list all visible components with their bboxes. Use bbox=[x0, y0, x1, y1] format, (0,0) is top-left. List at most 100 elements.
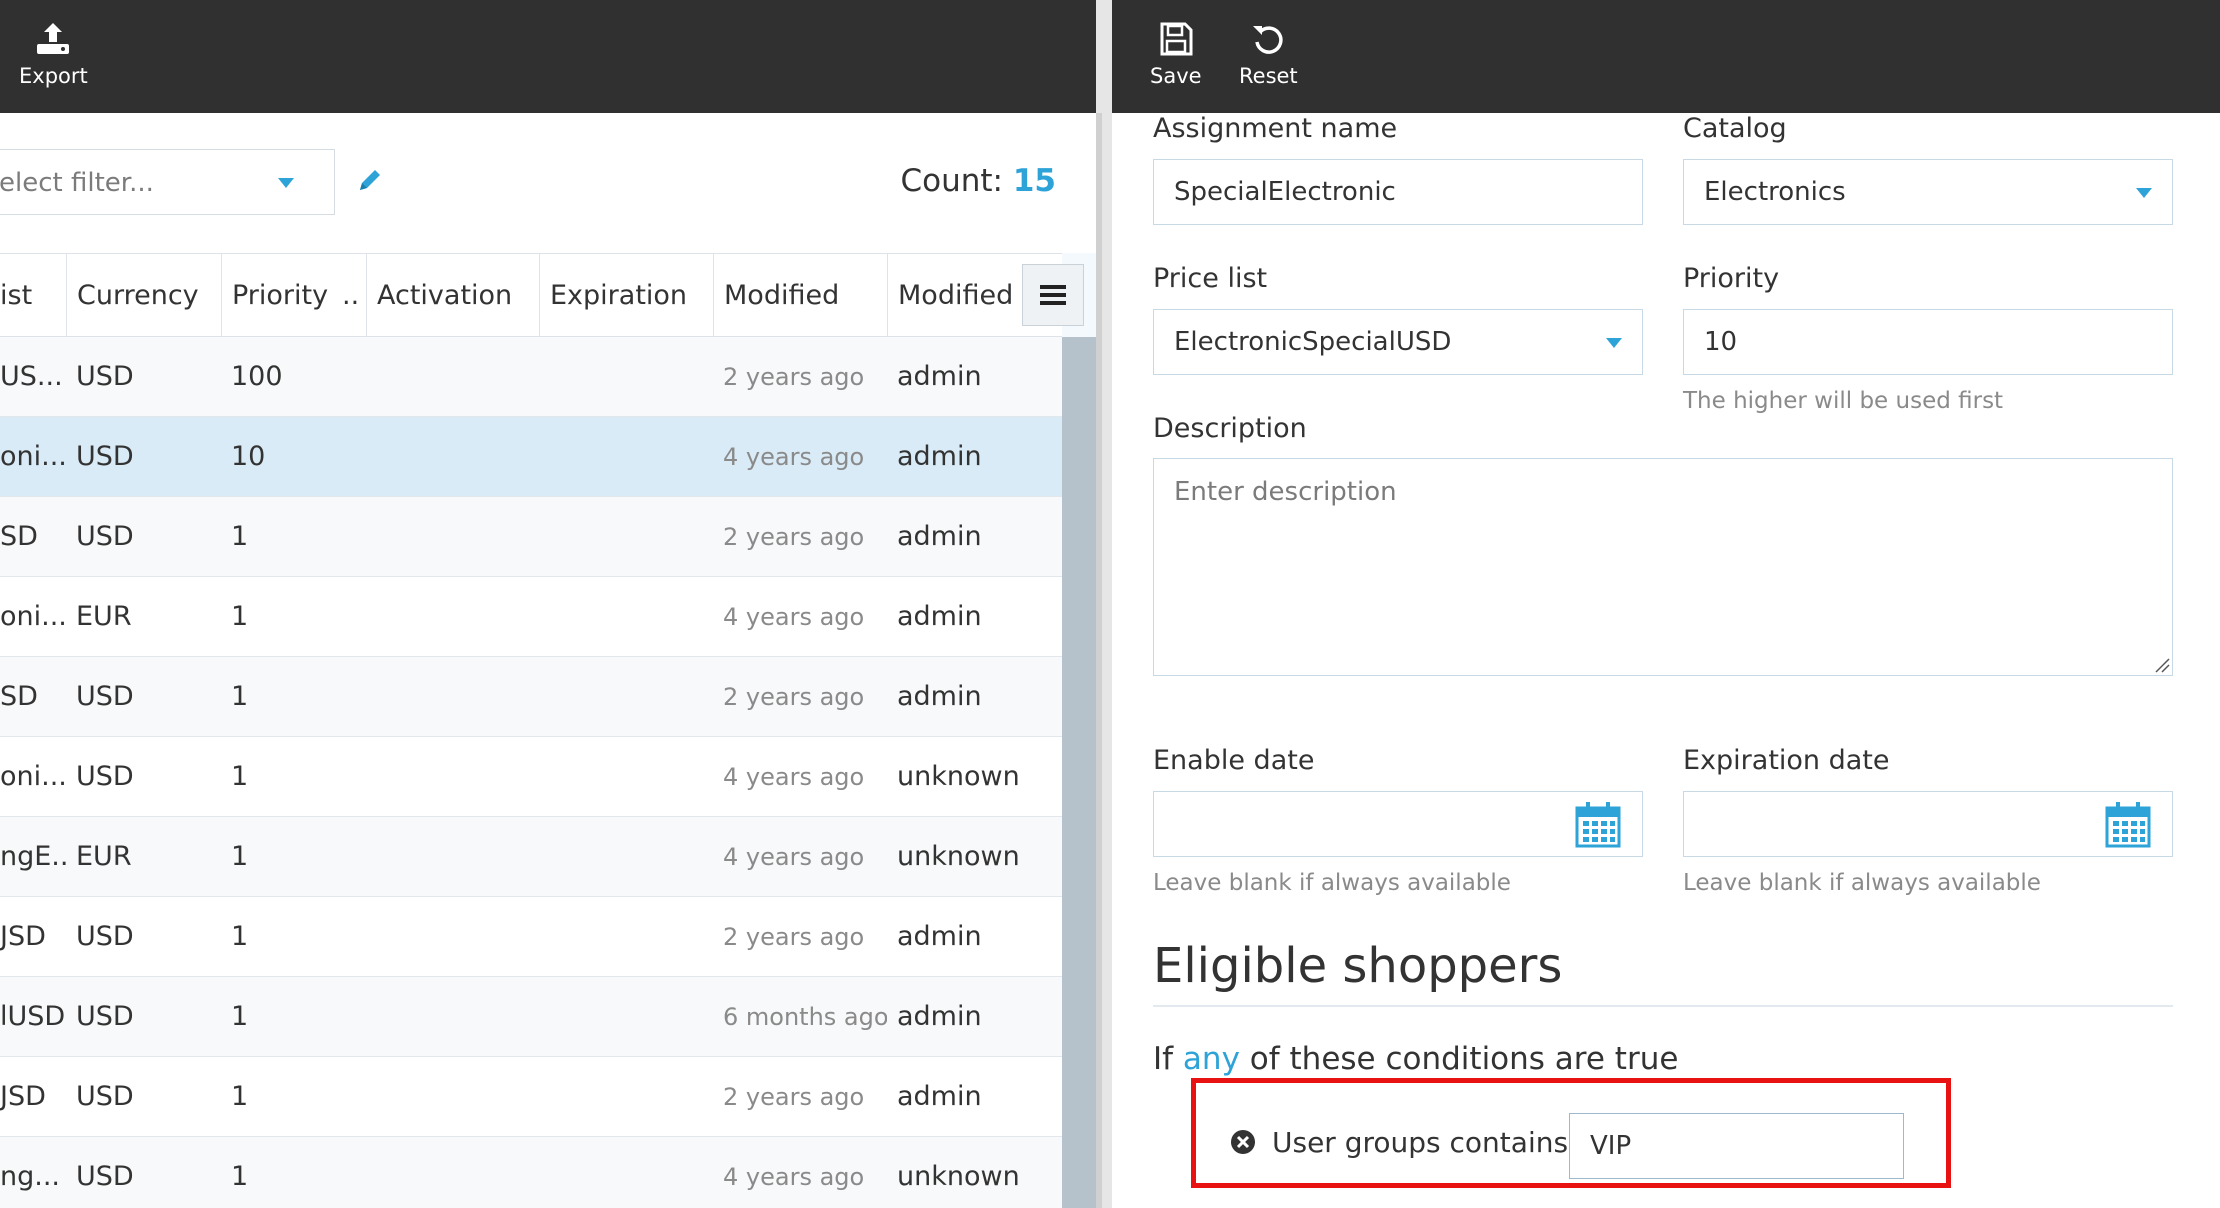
pencil-icon[interactable] bbox=[355, 165, 385, 195]
col-header-price-list[interactable]: ist bbox=[0, 254, 66, 338]
cell-priority: 100 bbox=[231, 361, 283, 392]
grid-body: US... USD 100 2 years ago admin oni... USD 10 4 … bbox=[0, 337, 1062, 1208]
expiration-date-input[interactable] bbox=[1683, 791, 2173, 857]
cell-modified-by: admin bbox=[897, 921, 982, 952]
price-list-value: ElectronicSpecialUSD bbox=[1174, 327, 1452, 357]
assignment-name-value: SpecialElectronic bbox=[1174, 177, 1396, 207]
enable-date-label: Enable date bbox=[1153, 745, 1315, 776]
chevron-down-icon bbox=[2136, 188, 2152, 198]
calendar-icon[interactable] bbox=[2105, 800, 2151, 848]
count-value: 15 bbox=[1012, 163, 1056, 199]
cond-suffix: of these conditions are true bbox=[1249, 1041, 1679, 1077]
table-row[interactable]: oni... USD 1 4 years ago unknown bbox=[0, 737, 1062, 817]
table-row[interactable]: US... USD 100 2 years ago admin bbox=[0, 337, 1062, 417]
catalog-label: Catalog bbox=[1683, 113, 1787, 144]
description-label: Description bbox=[1153, 413, 1307, 444]
col-header-priority-ellipsis: .. bbox=[342, 280, 360, 311]
table-row[interactable]: JSD USD 1 2 years ago admin bbox=[0, 897, 1062, 977]
condition-summary: If any of these conditions are true bbox=[1153, 1041, 1678, 1077]
hamburger-icon bbox=[1040, 285, 1066, 305]
cell-list: oni... bbox=[0, 761, 66, 792]
cell-modified-by: unknown bbox=[897, 1161, 1020, 1192]
grid-scrollbar[interactable] bbox=[1062, 337, 1096, 1208]
description-textarea[interactable]: Enter description bbox=[1153, 458, 2173, 676]
table-row[interactable]: ng... USD 1 4 years ago unknown bbox=[0, 1137, 1062, 1208]
left-toolbar: Export bbox=[0, 0, 1096, 113]
user-group-input[interactable]: VIP bbox=[1569, 1113, 1904, 1179]
cell-modified-by: admin bbox=[897, 601, 982, 632]
cell-modified-by: admin bbox=[897, 681, 982, 712]
price-list-label: Price list bbox=[1153, 263, 1268, 294]
cell-currency: USD bbox=[76, 761, 134, 792]
cell-list: JSD bbox=[0, 1081, 46, 1112]
cell-modified: 2 years ago bbox=[723, 923, 865, 951]
cell-modified-by: unknown bbox=[897, 841, 1020, 872]
cell-currency: USD bbox=[76, 681, 134, 712]
list-pane: elect filter... Count: 15 ist Currency P… bbox=[0, 113, 1096, 1208]
cell-modified-by: unknown bbox=[897, 761, 1020, 792]
cell-modified: 4 years ago bbox=[723, 1163, 865, 1191]
export-label: Export bbox=[19, 64, 88, 88]
cell-priority: 1 bbox=[231, 1081, 249, 1112]
cell-priority: 1 bbox=[231, 1161, 249, 1192]
cell-list: SD bbox=[0, 681, 38, 712]
filter-select[interactable]: elect filter... bbox=[0, 149, 335, 215]
cell-priority: 10 bbox=[231, 441, 266, 472]
col-header-activation[interactable]: Activation bbox=[366, 254, 539, 338]
cell-currency: EUR bbox=[76, 841, 132, 872]
export-button[interactable]: Export bbox=[19, 20, 88, 88]
table-row[interactable]: oni... USD 10 4 years ago admin bbox=[0, 417, 1062, 497]
cell-modified: 2 years ago bbox=[723, 1083, 865, 1111]
cell-list: oni... bbox=[0, 601, 66, 632]
cell-modified: 6 months ago bbox=[723, 1003, 887, 1031]
cell-list: SD bbox=[0, 521, 38, 552]
table-row[interactable]: lUSD USD 1 6 months ago admin bbox=[0, 977, 1062, 1057]
table-row[interactable]: JSD USD 1 2 years ago admin bbox=[0, 1057, 1062, 1137]
catalog-select[interactable]: Electronics bbox=[1683, 159, 2173, 225]
filter-bar: elect filter... Count: 15 bbox=[0, 113, 1096, 253]
grid-menu-button[interactable] bbox=[1022, 264, 1084, 326]
priority-value: 10 bbox=[1704, 327, 1738, 357]
cell-priority: 1 bbox=[231, 521, 249, 552]
resize-grip-icon[interactable] bbox=[2154, 657, 2170, 673]
calendar-icon[interactable] bbox=[1575, 800, 1621, 848]
cell-priority: 1 bbox=[231, 761, 249, 792]
save-icon bbox=[1160, 22, 1193, 56]
cell-priority: 1 bbox=[231, 1001, 249, 1032]
right-toolbar: Save Reset bbox=[1112, 0, 2220, 113]
cell-list: lUSD bbox=[0, 1001, 66, 1032]
cell-modified-by: admin bbox=[897, 521, 982, 552]
table-row[interactable]: ngE... EUR 1 4 years ago unknown bbox=[0, 817, 1062, 897]
any-all-toggle-link[interactable]: any bbox=[1183, 1041, 1240, 1077]
cell-currency: USD bbox=[76, 1001, 134, 1032]
cell-modified: 4 years ago bbox=[723, 603, 865, 631]
col-header-currency[interactable]: Currency bbox=[66, 254, 221, 338]
col-header-expiration[interactable]: Expiration bbox=[539, 254, 713, 338]
col-header-priority[interactable]: Priority bbox=[221, 254, 346, 338]
col-header-modified-by[interactable]: Modified b bbox=[887, 254, 1022, 338]
catalog-value: Electronics bbox=[1704, 177, 1846, 207]
save-label: Save bbox=[1150, 64, 1202, 88]
table-row[interactable]: SD USD 1 2 years ago admin bbox=[0, 657, 1062, 737]
expiration-date-hint: Leave blank if always available bbox=[1683, 870, 2041, 896]
table-row[interactable]: SD USD 1 2 years ago admin bbox=[0, 497, 1062, 577]
cell-modified-by: admin bbox=[897, 1001, 982, 1032]
priority-input[interactable]: 10 bbox=[1683, 309, 2173, 375]
price-list-select[interactable]: ElectronicSpecialUSD bbox=[1153, 309, 1643, 375]
assignment-name-input[interactable]: SpecialElectronic bbox=[1153, 159, 1643, 225]
enable-date-input[interactable] bbox=[1153, 791, 1643, 857]
user-group-value: VIP bbox=[1590, 1131, 1632, 1161]
cell-modified-by: admin bbox=[897, 441, 982, 472]
pane-resize-handle[interactable] bbox=[1096, 113, 1102, 1208]
cell-modified-by: admin bbox=[897, 1081, 982, 1112]
condition-text: User groups contains bbox=[1272, 1126, 1569, 1159]
cell-list: JSD bbox=[0, 921, 46, 952]
cell-modified: 2 years ago bbox=[723, 363, 865, 391]
reset-button[interactable]: Reset bbox=[1239, 20, 1298, 88]
remove-condition-icon[interactable] bbox=[1230, 1129, 1256, 1155]
save-button[interactable]: Save bbox=[1150, 20, 1202, 88]
count-label: Count: bbox=[900, 163, 1003, 199]
undo-icon bbox=[1253, 26, 1283, 54]
table-row[interactable]: oni... EUR 1 4 years ago admin bbox=[0, 577, 1062, 657]
col-header-modified[interactable]: Modified bbox=[713, 254, 887, 338]
